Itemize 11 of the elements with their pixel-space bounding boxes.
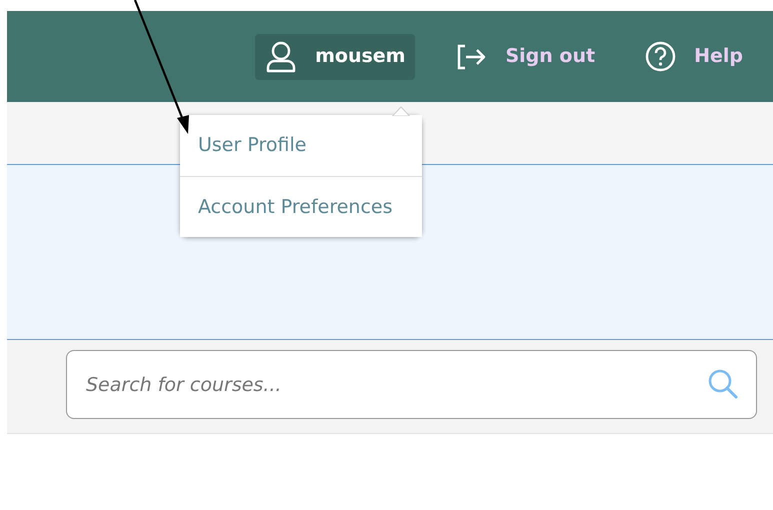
search-icon[interactable] <box>707 368 739 400</box>
user-icon <box>265 40 298 74</box>
help-link[interactable]: Help <box>635 35 753 78</box>
menu-item[interactable]: Account Preferences <box>180 176 422 237</box>
menu-item[interactable]: User Profile <box>180 115 422 176</box>
sign-out-link[interactable]: Sign out <box>445 36 606 77</box>
menu-pointer <box>392 106 410 116</box>
search-field[interactable]: Search for courses... <box>66 350 757 419</box>
sign-out-icon <box>455 44 488 70</box>
help-icon <box>645 41 676 72</box>
user-menu-button[interactable]: mousem <box>255 34 416 80</box>
